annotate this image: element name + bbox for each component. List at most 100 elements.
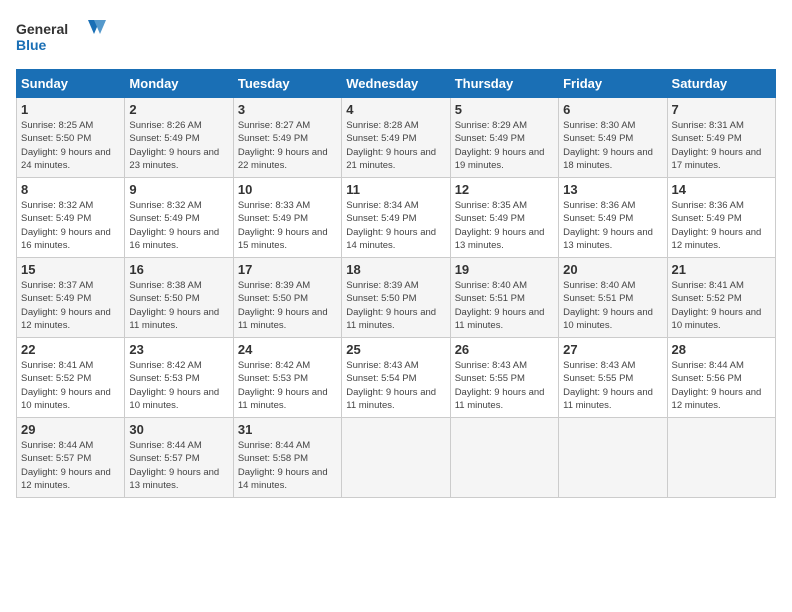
week-row-2: 8 Sunrise: 8:32 AMSunset: 5:49 PMDayligh… xyxy=(17,178,776,258)
day-cell-28: 28 Sunrise: 8:44 AMSunset: 5:56 PMDaylig… xyxy=(667,338,775,418)
day-number: 23 xyxy=(129,342,228,357)
empty-cell xyxy=(450,418,558,498)
svg-text:General: General xyxy=(16,21,68,37)
day-number: 28 xyxy=(672,342,771,357)
day-cell-27: 27 Sunrise: 8:43 AMSunset: 5:55 PMDaylig… xyxy=(559,338,667,418)
day-info: Sunrise: 8:25 AMSunset: 5:50 PMDaylight:… xyxy=(21,120,111,171)
day-header-monday: Monday xyxy=(125,70,233,98)
day-number: 17 xyxy=(238,262,337,277)
day-cell-25: 25 Sunrise: 8:43 AMSunset: 5:54 PMDaylig… xyxy=(342,338,450,418)
day-number: 14 xyxy=(672,182,771,197)
day-cell-11: 11 Sunrise: 8:34 AMSunset: 5:49 PMDaylig… xyxy=(342,178,450,258)
day-cell-8: 8 Sunrise: 8:32 AMSunset: 5:49 PMDayligh… xyxy=(17,178,125,258)
day-info: Sunrise: 8:32 AMSunset: 5:49 PMDaylight:… xyxy=(129,200,219,251)
logo: General Blue xyxy=(16,16,106,61)
empty-cell xyxy=(559,418,667,498)
day-number: 29 xyxy=(21,422,120,437)
day-info: Sunrise: 8:27 AMSunset: 5:49 PMDaylight:… xyxy=(238,120,328,171)
day-number: 13 xyxy=(563,182,662,197)
day-cell-20: 20 Sunrise: 8:40 AMSunset: 5:51 PMDaylig… xyxy=(559,258,667,338)
day-info: Sunrise: 8:36 AMSunset: 5:49 PMDaylight:… xyxy=(563,200,653,251)
day-cell-1: 1 Sunrise: 8:25 AMSunset: 5:50 PMDayligh… xyxy=(17,98,125,178)
day-cell-7: 7 Sunrise: 8:31 AMSunset: 5:49 PMDayligh… xyxy=(667,98,775,178)
day-cell-14: 14 Sunrise: 8:36 AMSunset: 5:49 PMDaylig… xyxy=(667,178,775,258)
day-info: Sunrise: 8:39 AMSunset: 5:50 PMDaylight:… xyxy=(346,280,436,331)
day-cell-31: 31 Sunrise: 8:44 AMSunset: 5:58 PMDaylig… xyxy=(233,418,341,498)
day-cell-6: 6 Sunrise: 8:30 AMSunset: 5:49 PMDayligh… xyxy=(559,98,667,178)
day-cell-17: 17 Sunrise: 8:39 AMSunset: 5:50 PMDaylig… xyxy=(233,258,341,338)
day-info: Sunrise: 8:44 AMSunset: 5:57 PMDaylight:… xyxy=(129,440,219,491)
day-info: Sunrise: 8:44 AMSunset: 5:56 PMDaylight:… xyxy=(672,360,762,411)
day-cell-18: 18 Sunrise: 8:39 AMSunset: 5:50 PMDaylig… xyxy=(342,258,450,338)
day-number: 9 xyxy=(129,182,228,197)
logo-svg: General Blue xyxy=(16,16,106,61)
day-header-saturday: Saturday xyxy=(667,70,775,98)
day-header-wednesday: Wednesday xyxy=(342,70,450,98)
day-cell-26: 26 Sunrise: 8:43 AMSunset: 5:55 PMDaylig… xyxy=(450,338,558,418)
day-header-thursday: Thursday xyxy=(450,70,558,98)
day-info: Sunrise: 8:44 AMSunset: 5:57 PMDaylight:… xyxy=(21,440,111,491)
day-number: 10 xyxy=(238,182,337,197)
day-cell-29: 29 Sunrise: 8:44 AMSunset: 5:57 PMDaylig… xyxy=(17,418,125,498)
day-info: Sunrise: 8:33 AMSunset: 5:49 PMDaylight:… xyxy=(238,200,328,251)
header: General Blue xyxy=(16,16,776,61)
day-info: Sunrise: 8:34 AMSunset: 5:49 PMDaylight:… xyxy=(346,200,436,251)
day-info: Sunrise: 8:37 AMSunset: 5:49 PMDaylight:… xyxy=(21,280,111,331)
day-info: Sunrise: 8:35 AMSunset: 5:49 PMDaylight:… xyxy=(455,200,545,251)
day-number: 4 xyxy=(346,102,445,117)
day-info: Sunrise: 8:30 AMSunset: 5:49 PMDaylight:… xyxy=(563,120,653,171)
week-row-1: 1 Sunrise: 8:25 AMSunset: 5:50 PMDayligh… xyxy=(17,98,776,178)
day-number: 25 xyxy=(346,342,445,357)
day-info: Sunrise: 8:28 AMSunset: 5:49 PMDaylight:… xyxy=(346,120,436,171)
day-cell-19: 19 Sunrise: 8:40 AMSunset: 5:51 PMDaylig… xyxy=(450,258,558,338)
day-number: 24 xyxy=(238,342,337,357)
week-row-3: 15 Sunrise: 8:37 AMSunset: 5:49 PMDaylig… xyxy=(17,258,776,338)
day-info: Sunrise: 8:31 AMSunset: 5:49 PMDaylight:… xyxy=(672,120,762,171)
day-number: 20 xyxy=(563,262,662,277)
day-number: 2 xyxy=(129,102,228,117)
day-cell-16: 16 Sunrise: 8:38 AMSunset: 5:50 PMDaylig… xyxy=(125,258,233,338)
day-info: Sunrise: 8:42 AMSunset: 5:53 PMDaylight:… xyxy=(129,360,219,411)
day-info: Sunrise: 8:29 AMSunset: 5:49 PMDaylight:… xyxy=(455,120,545,171)
day-cell-5: 5 Sunrise: 8:29 AMSunset: 5:49 PMDayligh… xyxy=(450,98,558,178)
day-info: Sunrise: 8:38 AMSunset: 5:50 PMDaylight:… xyxy=(129,280,219,331)
empty-cell xyxy=(667,418,775,498)
day-number: 15 xyxy=(21,262,120,277)
day-cell-23: 23 Sunrise: 8:42 AMSunset: 5:53 PMDaylig… xyxy=(125,338,233,418)
week-row-5: 29 Sunrise: 8:44 AMSunset: 5:57 PMDaylig… xyxy=(17,418,776,498)
day-number: 27 xyxy=(563,342,662,357)
day-header-tuesday: Tuesday xyxy=(233,70,341,98)
day-cell-13: 13 Sunrise: 8:36 AMSunset: 5:49 PMDaylig… xyxy=(559,178,667,258)
day-number: 30 xyxy=(129,422,228,437)
day-number: 8 xyxy=(21,182,120,197)
day-number: 7 xyxy=(672,102,771,117)
day-cell-9: 9 Sunrise: 8:32 AMSunset: 5:49 PMDayligh… xyxy=(125,178,233,258)
header-row: SundayMondayTuesdayWednesdayThursdayFrid… xyxy=(17,70,776,98)
day-cell-21: 21 Sunrise: 8:41 AMSunset: 5:52 PMDaylig… xyxy=(667,258,775,338)
day-cell-12: 12 Sunrise: 8:35 AMSunset: 5:49 PMDaylig… xyxy=(450,178,558,258)
day-cell-2: 2 Sunrise: 8:26 AMSunset: 5:49 PMDayligh… xyxy=(125,98,233,178)
day-number: 19 xyxy=(455,262,554,277)
day-number: 18 xyxy=(346,262,445,277)
day-number: 1 xyxy=(21,102,120,117)
empty-cell xyxy=(342,418,450,498)
day-info: Sunrise: 8:40 AMSunset: 5:51 PMDaylight:… xyxy=(563,280,653,331)
calendar-table: SundayMondayTuesdayWednesdayThursdayFrid… xyxy=(16,69,776,498)
day-number: 11 xyxy=(346,182,445,197)
day-info: Sunrise: 8:39 AMSunset: 5:50 PMDaylight:… xyxy=(238,280,328,331)
day-number: 16 xyxy=(129,262,228,277)
day-cell-15: 15 Sunrise: 8:37 AMSunset: 5:49 PMDaylig… xyxy=(17,258,125,338)
day-number: 21 xyxy=(672,262,771,277)
day-info: Sunrise: 8:43 AMSunset: 5:55 PMDaylight:… xyxy=(563,360,653,411)
day-number: 22 xyxy=(21,342,120,357)
day-cell-30: 30 Sunrise: 8:44 AMSunset: 5:57 PMDaylig… xyxy=(125,418,233,498)
day-info: Sunrise: 8:43 AMSunset: 5:54 PMDaylight:… xyxy=(346,360,436,411)
day-cell-3: 3 Sunrise: 8:27 AMSunset: 5:49 PMDayligh… xyxy=(233,98,341,178)
day-cell-24: 24 Sunrise: 8:42 AMSunset: 5:53 PMDaylig… xyxy=(233,338,341,418)
day-info: Sunrise: 8:36 AMSunset: 5:49 PMDaylight:… xyxy=(672,200,762,251)
day-number: 5 xyxy=(455,102,554,117)
day-cell-10: 10 Sunrise: 8:33 AMSunset: 5:49 PMDaylig… xyxy=(233,178,341,258)
day-number: 12 xyxy=(455,182,554,197)
day-number: 6 xyxy=(563,102,662,117)
day-header-friday: Friday xyxy=(559,70,667,98)
